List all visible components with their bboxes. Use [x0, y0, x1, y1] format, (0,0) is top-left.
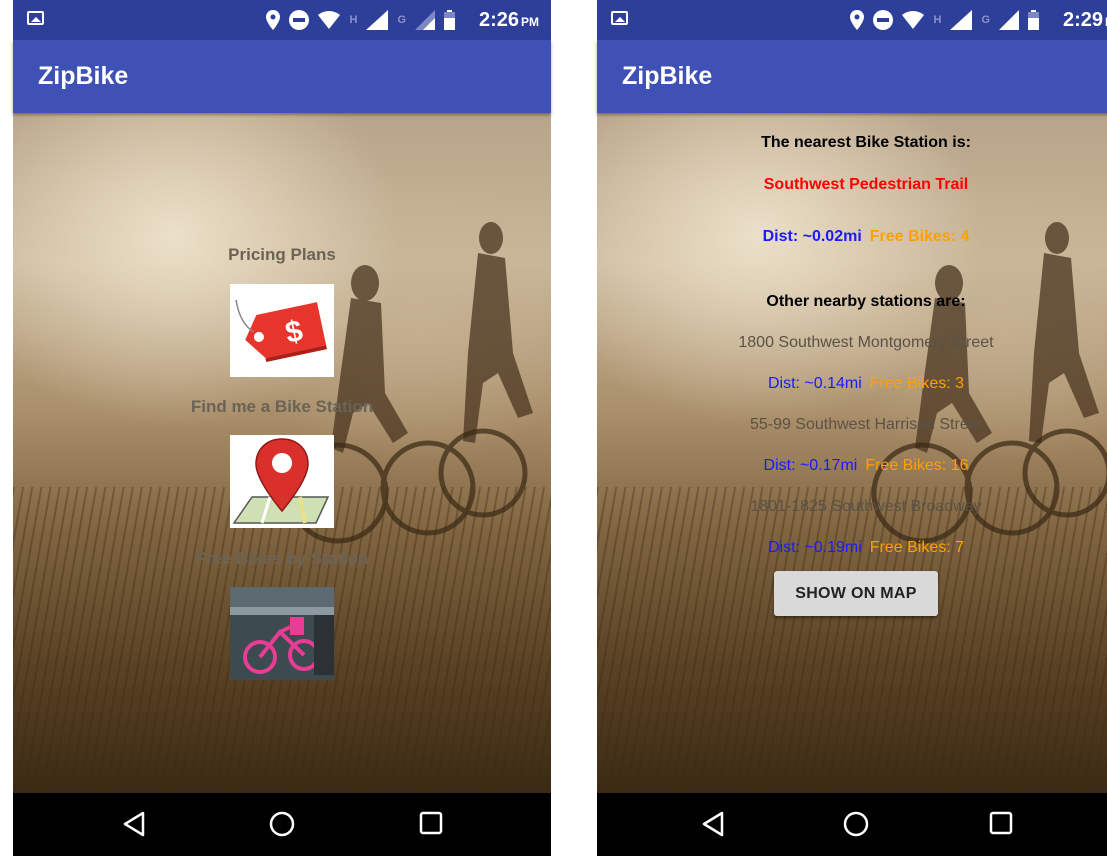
home-icon[interactable] [843, 811, 869, 837]
nearest-station-info: Dist: ~0.02mi Free Bikes: 4 [597, 228, 1107, 246]
free-bikes-label[interactable]: Free Bikes by Station [13, 549, 551, 569]
network-type-h: H [933, 14, 942, 26]
station-name: 1800 Southwest Montgomery Street [738, 334, 994, 351]
home-content: Pricing Plans $ Find me a Bike Station F… [13, 113, 551, 793]
bike-photo [230, 587, 334, 680]
nearest-distance: Dist: ~0.02mi [762, 228, 862, 245]
find-station-label[interactable]: Find me a Bike Station [13, 397, 551, 417]
network-type-g: G [397, 14, 406, 26]
map-pin-icon [230, 435, 334, 528]
nearest-free-bikes: Free Bikes: 4 [869, 228, 970, 245]
nearest-heading: The nearest Bike Station is: [761, 134, 971, 151]
nearest-station-content: The nearest Bike Station is: Southwest P… [597, 113, 1107, 793]
app-bar: ZipBike [13, 40, 551, 113]
do-not-disturb-icon [873, 10, 894, 30]
price-tag-icon: $ [230, 284, 334, 377]
gallery-notification-icon [611, 11, 628, 25]
station-distance: Dist: ~0.14mi [767, 375, 862, 392]
system-nav-bar [597, 793, 1107, 856]
station-free-bikes: Free Bikes: 7 [869, 539, 965, 556]
status-time: 2:29PM [1062, 9, 1107, 31]
back-icon[interactable] [701, 811, 725, 837]
phone-screen-nearest: H R G 2:29PM ZipBike The nearest Bike St… [597, 0, 1107, 859]
other-stations-heading: Other nearby stations are: [766, 293, 966, 310]
station-info: Dist: ~0.17mi Free Bikes: 16 [597, 457, 1107, 475]
network-type-g: G [981, 14, 990, 26]
battery-icon [444, 10, 455, 30]
signal-r-icon: R [366, 10, 389, 30]
location-icon [850, 10, 865, 30]
find-station-button[interactable] [230, 435, 334, 528]
home-icon[interactable] [269, 811, 295, 837]
svg-text:R: R [954, 12, 960, 21]
recents-icon[interactable] [419, 811, 443, 835]
free-bikes-button[interactable] [230, 587, 334, 680]
network-type-h: H [349, 14, 358, 26]
status-bar: H R G 2:26 PM [13, 0, 551, 40]
station-distance: Dist: ~0.19mi [767, 539, 862, 556]
system-nav-bar [13, 793, 551, 856]
battery-icon [1028, 10, 1039, 30]
recents-icon[interactable] [989, 811, 1013, 835]
gallery-notification-icon [27, 11, 44, 25]
nearest-station-name: Southwest Pedestrian Trail [763, 176, 969, 193]
app-bar: ZipBike [597, 40, 1107, 113]
station-name: 55-99 Southwest Harrison Street [749, 416, 983, 433]
status-time: 2:26 PM [478, 9, 539, 31]
pricing-plans-label[interactable]: Pricing Plans [13, 245, 551, 265]
phone-screen-home: H R G 2:26 PM ZipBike Pricing Plans $ Fi… [13, 0, 551, 859]
back-icon[interactable] [122, 811, 146, 837]
station-distance: Dist: ~0.17mi [763, 457, 858, 474]
do-not-disturb-icon [289, 10, 310, 30]
wifi-icon [902, 11, 925, 29]
cyclists-background-image [871, 222, 1107, 544]
app-title: ZipBike [622, 62, 713, 90]
station-info: Dist: ~0.14mi Free Bikes: 3 [597, 375, 1107, 393]
signal-icon [415, 10, 435, 30]
status-bar: H R G 2:29PM [597, 0, 1107, 40]
station-free-bikes: Free Bikes: 16 [865, 457, 969, 474]
wifi-icon [318, 11, 341, 29]
location-icon [266, 10, 281, 30]
signal-r-icon: R [950, 10, 973, 30]
show-on-map-button[interactable]: SHOW ON MAP [774, 571, 938, 616]
svg-text:R: R [370, 12, 376, 21]
station-name: 1801-1825 Southwest Broadway [750, 498, 982, 515]
pricing-plans-button[interactable]: $ [230, 284, 334, 377]
signal-icon [999, 10, 1019, 30]
station-free-bikes: Free Bikes: 3 [869, 375, 965, 392]
station-info: Dist: ~0.19mi Free Bikes: 7 [597, 539, 1107, 557]
app-title: ZipBike [38, 62, 129, 90]
